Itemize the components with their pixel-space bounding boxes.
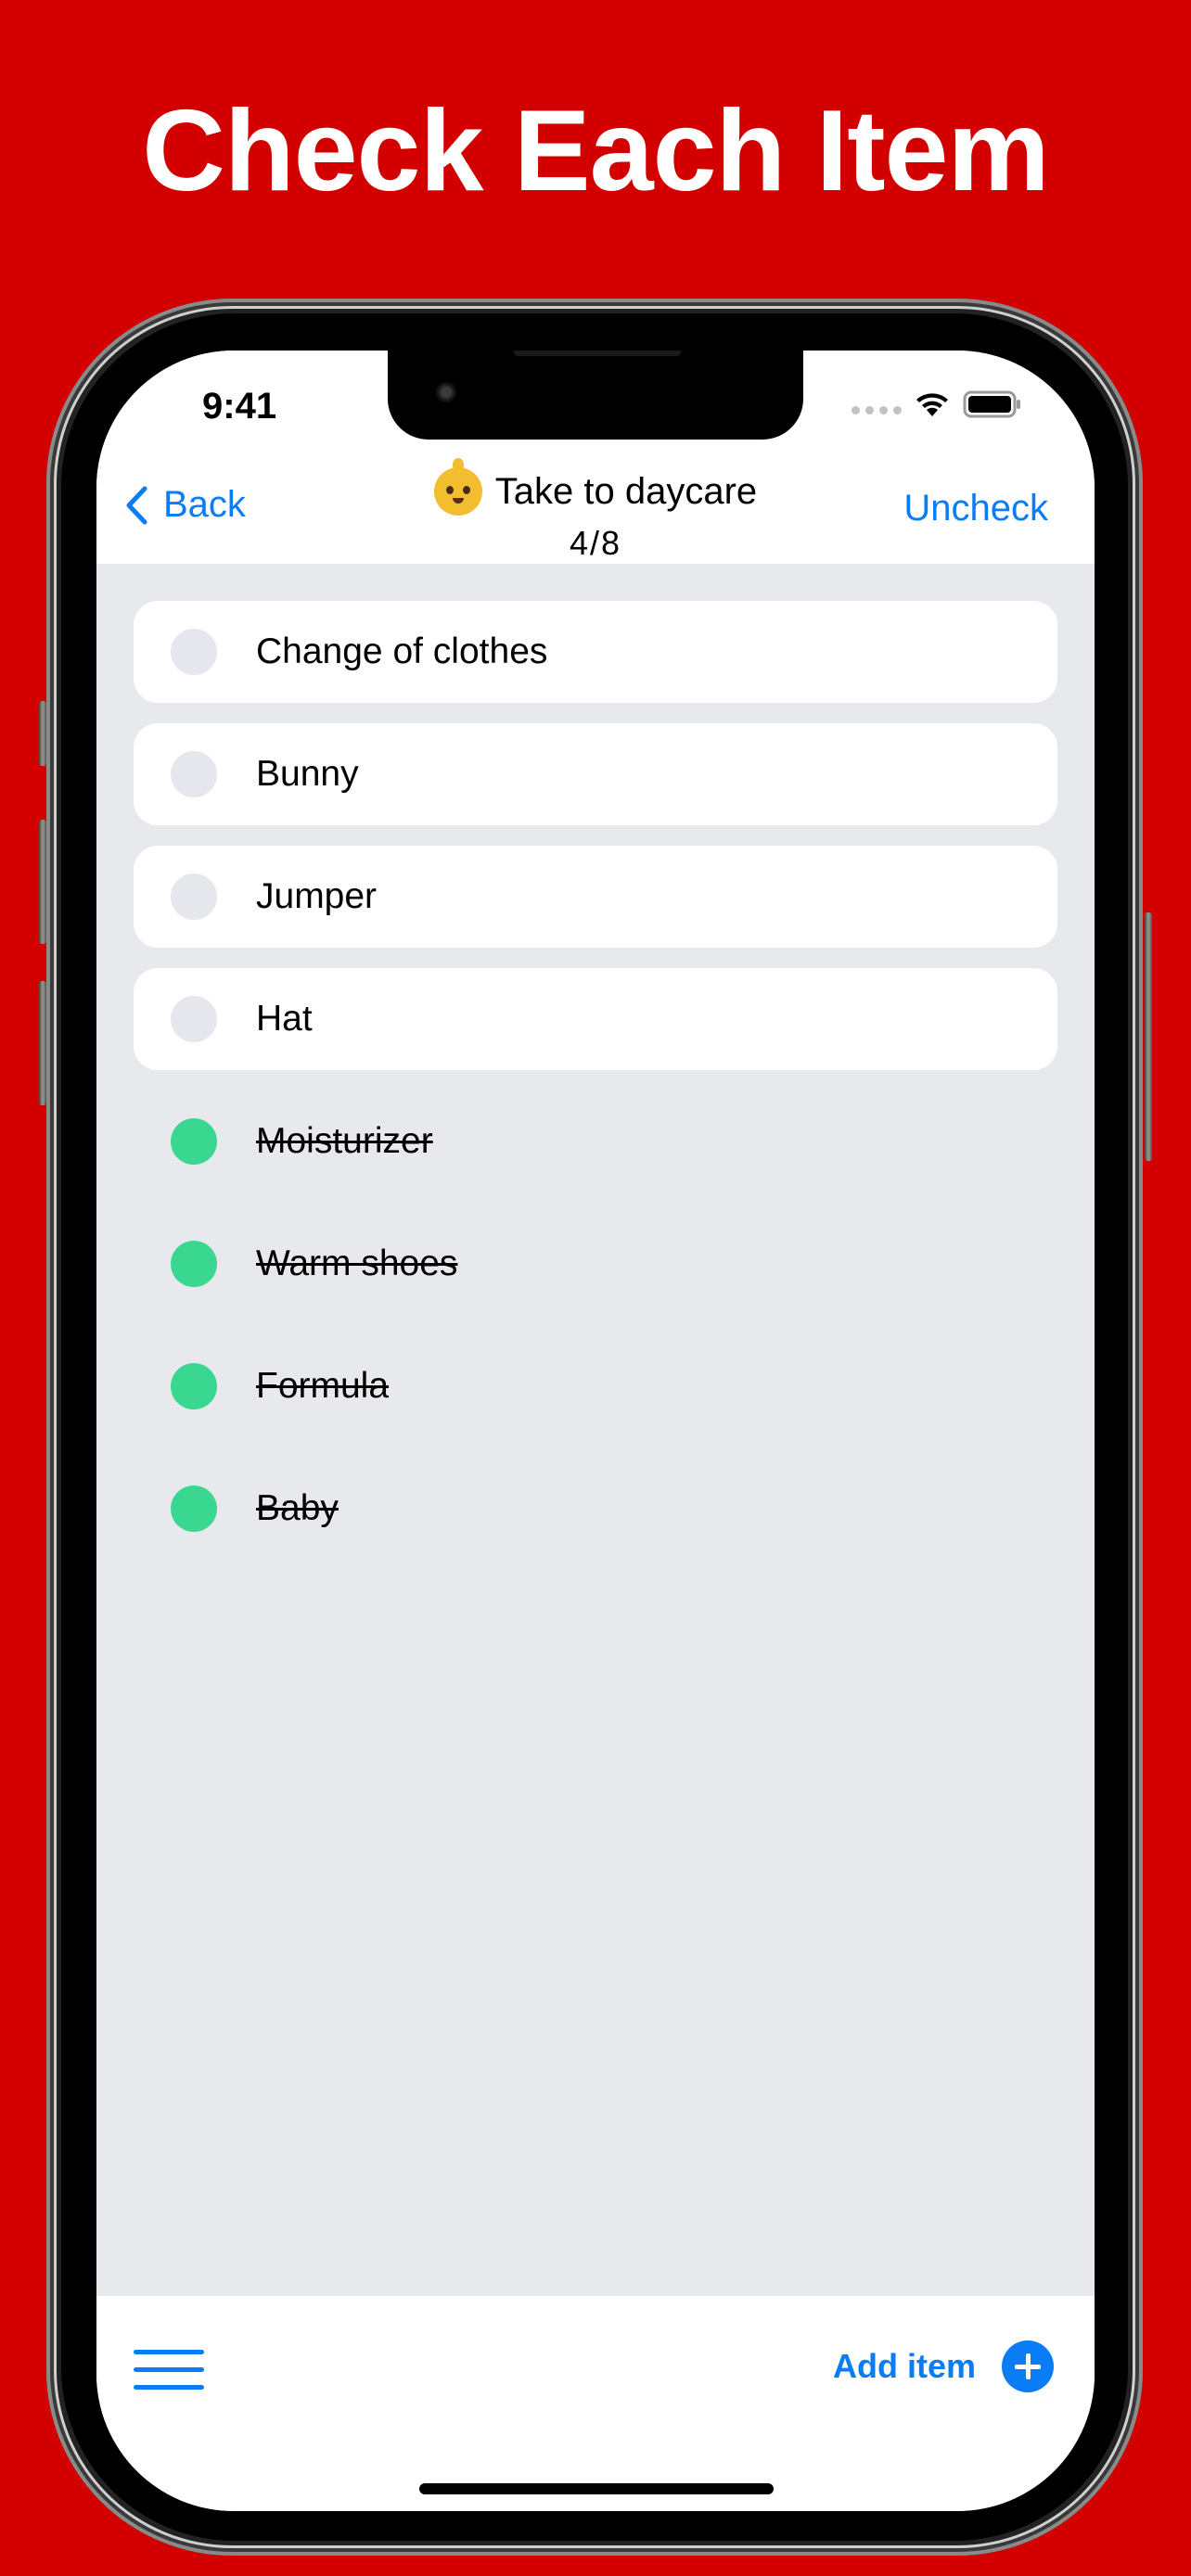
- unchecked-circle-icon[interactable]: [171, 874, 217, 920]
- item-label: Baby: [256, 1488, 339, 1528]
- phone-volume-down-button: [39, 981, 46, 1105]
- baby-emoji-icon: [433, 458, 482, 516]
- progress-count: 4/8: [569, 524, 622, 562]
- list-item-checked[interactable]: Moisturizer: [134, 1090, 1057, 1192]
- item-label: Jumper: [256, 876, 378, 916]
- hamburger-menu-icon[interactable]: [134, 2350, 204, 2391]
- unchecked-circle-icon[interactable]: [171, 996, 217, 1042]
- device-speaker: [514, 351, 681, 356]
- item-label: Change of clothes: [256, 631, 548, 671]
- bottom-toolbar: Add item: [96, 2296, 1095, 2511]
- uncheck-button[interactable]: Uncheck: [903, 488, 1048, 529]
- list-item[interactable]: Hat: [134, 968, 1057, 1070]
- list-item[interactable]: Change of clothes: [134, 601, 1057, 703]
- signal-dots-icon: [852, 395, 902, 414]
- phone-volume-up-button: [39, 820, 46, 944]
- unchecked-circle-icon[interactable]: [171, 629, 217, 675]
- item-label: Bunny: [256, 754, 359, 794]
- list-item-checked[interactable]: Warm shoes: [134, 1213, 1057, 1315]
- list-item[interactable]: Jumper: [134, 846, 1057, 948]
- plus-circle-icon: [1002, 2340, 1054, 2392]
- unchecked-circle-icon[interactable]: [171, 751, 217, 797]
- checked-circle-icon[interactable]: [171, 1486, 217, 1532]
- item-label: Warm shoes: [256, 1243, 458, 1283]
- list-item-checked[interactable]: Formula: [134, 1335, 1057, 1437]
- checked-circle-icon[interactable]: [171, 1118, 217, 1165]
- phone-silent-switch: [39, 701, 46, 766]
- item-label: Hat: [256, 999, 313, 1039]
- list-title: Take to daycare: [494, 470, 758, 512]
- item-label: Formula: [256, 1366, 390, 1406]
- list-item-checked[interactable]: Baby: [134, 1458, 1057, 1560]
- checked-circle-icon[interactable]: [171, 1363, 217, 1409]
- promo-headline: Check Each Item: [142, 87, 1049, 215]
- app-screen: 9:41 Back Take to daycare 4/8 Uncheck Ch…: [96, 351, 1095, 2511]
- checklist: Change of clothes Bunny Jumper Hat Moist…: [134, 601, 1057, 1580]
- checked-circle-icon[interactable]: [171, 1241, 217, 1287]
- status-time: 9:41: [202, 386, 277, 427]
- item-label: Moisturizer: [256, 1121, 433, 1161]
- add-item-label: Add item: [832, 2347, 976, 2385]
- list-item[interactable]: Bunny: [134, 723, 1057, 825]
- add-item-button[interactable]: Add item: [833, 2340, 1054, 2392]
- status-indicators: [852, 389, 1022, 419]
- battery-icon: [963, 389, 1022, 419]
- wifi-icon: [915, 390, 950, 418]
- front-camera: [436, 382, 456, 402]
- phone-power-button: [1145, 912, 1152, 1161]
- home-indicator[interactable]: [419, 2483, 774, 2494]
